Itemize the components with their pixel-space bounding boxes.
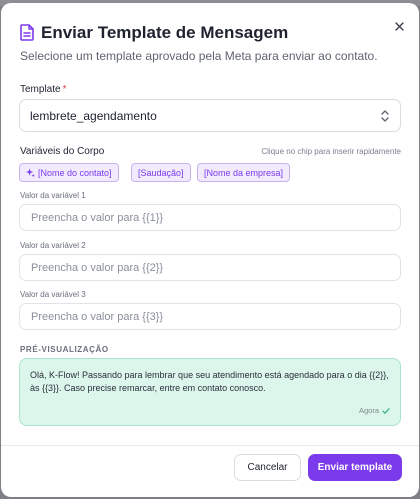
variable-3-label: Valor da variável 3 bbox=[20, 290, 86, 299]
send-template-modal: Enviar Template de Mensagem Selecione um… bbox=[1, 3, 419, 497]
variables-hint: Clique no chip para inserir rapidamente bbox=[261, 147, 401, 156]
template-select[interactable]: lembrete_agendamento bbox=[19, 99, 401, 132]
variables-label: Variáveis do Corpo bbox=[20, 146, 105, 157]
chip-saudacao[interactable]: [Saudação] bbox=[131, 163, 191, 182]
close-icon bbox=[394, 21, 404, 31]
sparkle-icon bbox=[26, 168, 35, 177]
chip-label: [Nome da empresa] bbox=[204, 167, 284, 178]
variable-1-label: Valor da variável 1 bbox=[20, 191, 86, 200]
variable-2-input[interactable] bbox=[19, 254, 401, 281]
variable-1-input[interactable] bbox=[19, 204, 401, 231]
required-mark: * bbox=[62, 84, 67, 95]
footer-divider bbox=[1, 445, 419, 446]
template-label-text: Template bbox=[20, 84, 61, 95]
template-select-value: lembrete_agendamento bbox=[30, 108, 157, 123]
chip-nome-contato[interactable]: [Nome do contato] bbox=[19, 163, 119, 182]
send-template-button[interactable]: Enviar template bbox=[308, 454, 402, 481]
preview-time: Agora bbox=[358, 406, 379, 415]
preview-message-text: Olá, K-Flow! Passando para lembrar que s… bbox=[30, 370, 389, 393]
chip-label: [Nome do contato] bbox=[38, 167, 112, 178]
chip-label: [Saudação] bbox=[138, 167, 184, 178]
variable-2-label: Valor da variável 2 bbox=[20, 241, 86, 250]
preview-label: PRÉ-VISUALIZAÇÃO bbox=[20, 345, 109, 354]
document-icon bbox=[20, 24, 34, 41]
chip-nome-empresa[interactable]: [Nome da empresa] bbox=[197, 163, 291, 182]
preview-meta: Agora bbox=[359, 406, 390, 415]
variable-3-input[interactable] bbox=[19, 303, 401, 330]
check-icon bbox=[382, 407, 390, 414]
chevron-up-down-icon bbox=[381, 110, 389, 122]
cancel-button[interactable]: Cancelar bbox=[234, 454, 301, 481]
modal-title: Enviar Template de Mensagem bbox=[41, 23, 289, 42]
message-preview: Olá, K-Flow! Passando para lembrar que s… bbox=[19, 358, 401, 426]
template-label: Template * bbox=[20, 84, 66, 95]
close-button[interactable] bbox=[389, 16, 409, 36]
modal-subtitle: Selecione um template aprovado pela Meta… bbox=[20, 49, 378, 63]
